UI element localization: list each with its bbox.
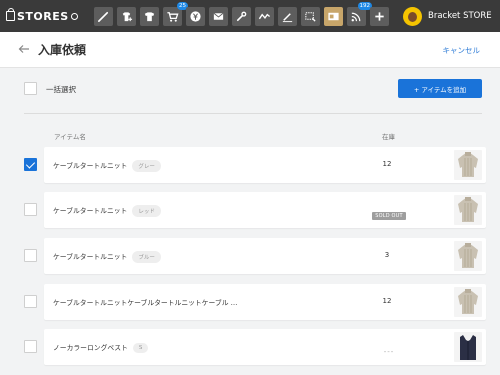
item-stock: --- [370,339,408,358]
store-name: Bracket STORE [428,11,492,21]
item-thumbnail [454,287,482,317]
analytics-tool-button[interactable] [255,6,274,26]
payments-tool-button[interactable] [186,6,205,26]
sweater-image [458,152,478,177]
row-checkbox[interactable] [24,203,37,216]
add-item-button[interactable]: + アイテムを追加 [398,79,482,98]
settings-tool-button[interactable] [232,6,251,26]
page-title: 入庫依頼 [38,43,87,57]
item-thumbnail [454,150,482,180]
store-switcher[interactable]: Bracket STORE [403,6,492,26]
pen-icon [98,11,109,22]
item-name: ノーカラーロングベスト S [53,342,149,353]
item-stock: 3 [384,251,390,259]
item-name: ケーブルタートルニットケーブルタートルニットケーブル … [53,299,238,307]
plus-icon [375,11,384,21]
warehouse-tool-button[interactable] [324,6,343,26]
sweater-image [458,289,478,314]
row-checkbox[interactable] [24,340,37,353]
divider [24,113,482,114]
variant-pill: グレー [132,160,161,172]
vest-image [460,335,476,360]
item-name: ケーブルタートルニット グレー [53,160,161,172]
wrench-icon [236,11,247,21]
item-row[interactable]: ケーブルタートルニット グレー 12 [44,147,486,183]
cancel-link[interactable]: キャンセル [443,45,481,56]
add-item-tool-button[interactable] [117,6,136,26]
toolbar: 25 192 [94,1,389,26]
row-checkbox[interactable] [24,249,37,262]
sold-out-badge: SOLD OUT [372,212,406,220]
item-row[interactable]: ノーカラーロングベスト S --- [44,329,486,365]
yen-icon [190,10,201,22]
logo-text: STORES [17,9,69,23]
item-thumbnail [454,241,482,271]
variant-pill: S [132,343,149,353]
mail-tool-button[interactable] [209,6,228,26]
row-checkbox[interactable] [24,158,37,171]
item-thumbnail [454,332,482,362]
logo-dot-icon [70,12,78,20]
item-row[interactable]: ケーブルタートルニット ブルー 3 [44,238,486,274]
items-tool-button[interactable] [140,6,159,26]
sweater-image [458,197,478,222]
row-checkbox[interactable] [24,295,37,308]
warehouse-icon [328,12,339,20]
shopping-bag-icon [6,8,15,21]
graph-icon [258,12,271,19]
item-stock: 12 [382,297,392,305]
item-row[interactable]: ケーブルタートルニットケーブルタートルニットケーブル … 12 [44,284,486,320]
variant-pill: レッド [132,205,161,217]
sweater-image [458,243,478,268]
tshirt-add-icon [122,11,133,21]
item-name: ケーブルタートルニット レッド [53,205,161,217]
item-name: ケーブルタートルニット ブルー [53,251,161,263]
item-stock: 12 [382,160,392,168]
column-header-item-name: アイテム名 [54,133,86,141]
mail-icon [213,12,224,20]
page-header: 入庫依頼 キャンセル [0,32,500,68]
crop-icon [305,11,316,22]
stores-logo[interactable]: STORES [6,8,86,23]
select-all-label: 一括選択 [46,85,76,94]
tshirt-icon [144,11,155,21]
store-avatar [403,6,422,26]
crop-tool-button[interactable] [301,6,320,26]
top-navigation-bar: STORES 25 192 Bracket STORE [0,0,500,32]
variant-pill: ブルー [132,251,161,263]
item-row[interactable]: ケーブルタートルニット レッド SOLD OUT [44,192,486,228]
feed-tool-button[interactable]: 192 [347,1,372,26]
orders-tool-button[interactable]: 25 [163,1,188,26]
cart-icon [167,11,179,22]
item-thumbnail [454,195,482,225]
column-header-stock: 在庫 [382,133,395,141]
edit-tool-button[interactable] [278,6,297,26]
edit-icon [282,12,293,22]
stock-placeholder: --- [383,348,395,356]
rss-icon [351,12,361,21]
select-all-checkbox[interactable] [24,82,37,95]
back-arrow-icon[interactable] [18,43,30,55]
pen-tool-button[interactable] [94,6,113,26]
item-stock: SOLD OUT [370,202,408,221]
add-tool-button[interactable] [370,6,389,26]
